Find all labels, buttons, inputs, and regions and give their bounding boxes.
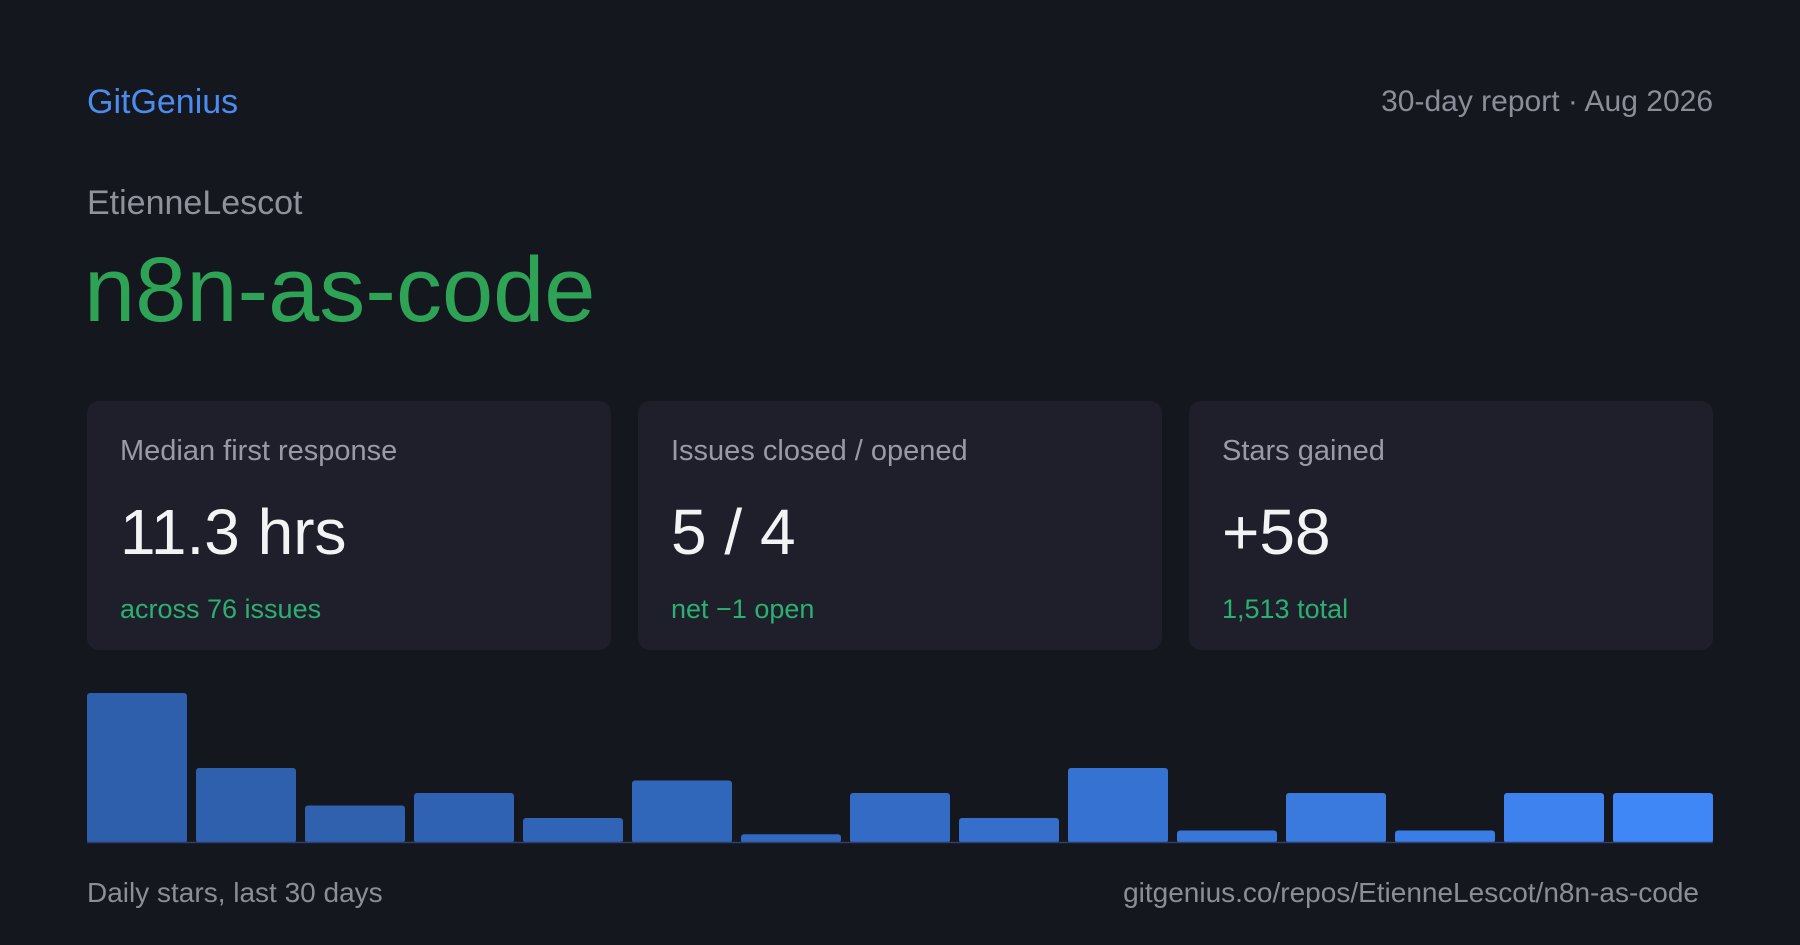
chart-bar-15 xyxy=(1613,793,1713,843)
stat-card-stars: Stars gained +58 1,513 total xyxy=(1189,401,1713,650)
chart-bar-14 xyxy=(1504,793,1604,843)
chart-caption: Daily stars, last 30 days xyxy=(87,877,383,908)
chart-bar-5 xyxy=(523,818,623,843)
stat-card-first-response: Median first response 11.3 hrs across 76… xyxy=(87,401,611,650)
chart-bar-2 xyxy=(196,768,296,843)
stat-value: 5 / 4 xyxy=(671,496,796,568)
chart-bar-12 xyxy=(1286,793,1386,843)
stat-label: Median first response xyxy=(120,435,398,467)
chart-bar-3 xyxy=(305,805,405,843)
stat-note: net −1 open xyxy=(671,594,815,624)
chart-bar-1 xyxy=(87,693,187,843)
chart-bar-6 xyxy=(632,780,732,843)
chart-bar-11 xyxy=(1177,830,1277,843)
chart-bar-10 xyxy=(1068,768,1168,843)
stat-card-issues: Issues closed / opened 5 / 4 net −1 open xyxy=(638,401,1162,650)
chart-bar-4 xyxy=(414,793,514,843)
chart-bar-8 xyxy=(850,793,950,843)
repo-url[interactable]: gitgenius.co/repos/EtienneLescot/n8n-as-… xyxy=(1123,874,1699,912)
stat-note: across 76 issues xyxy=(120,594,322,624)
stat-value: 11.3 hrs xyxy=(120,496,347,568)
stat-label: Issues closed / opened xyxy=(671,435,968,467)
stat-value: +58 xyxy=(1222,496,1331,568)
daily-stars-chart xyxy=(87,693,1713,844)
chart-bar-7 xyxy=(741,834,841,843)
repo-owner[interactable]: EtienneLescot xyxy=(87,178,303,228)
repo-name[interactable]: n8n-as-code xyxy=(84,235,595,345)
brand-logo[interactable]: GitGenius xyxy=(87,78,238,126)
stat-note: 1,513 total xyxy=(1222,594,1349,624)
report-period: 30-day report · Aug 2026 xyxy=(1381,85,1713,118)
stats-cards: Median first response 11.3 hrs across 76… xyxy=(87,401,1713,650)
stat-label: Stars gained xyxy=(1222,435,1385,467)
chart-bar-9 xyxy=(959,818,1059,843)
chart-bar-13 xyxy=(1395,830,1495,843)
